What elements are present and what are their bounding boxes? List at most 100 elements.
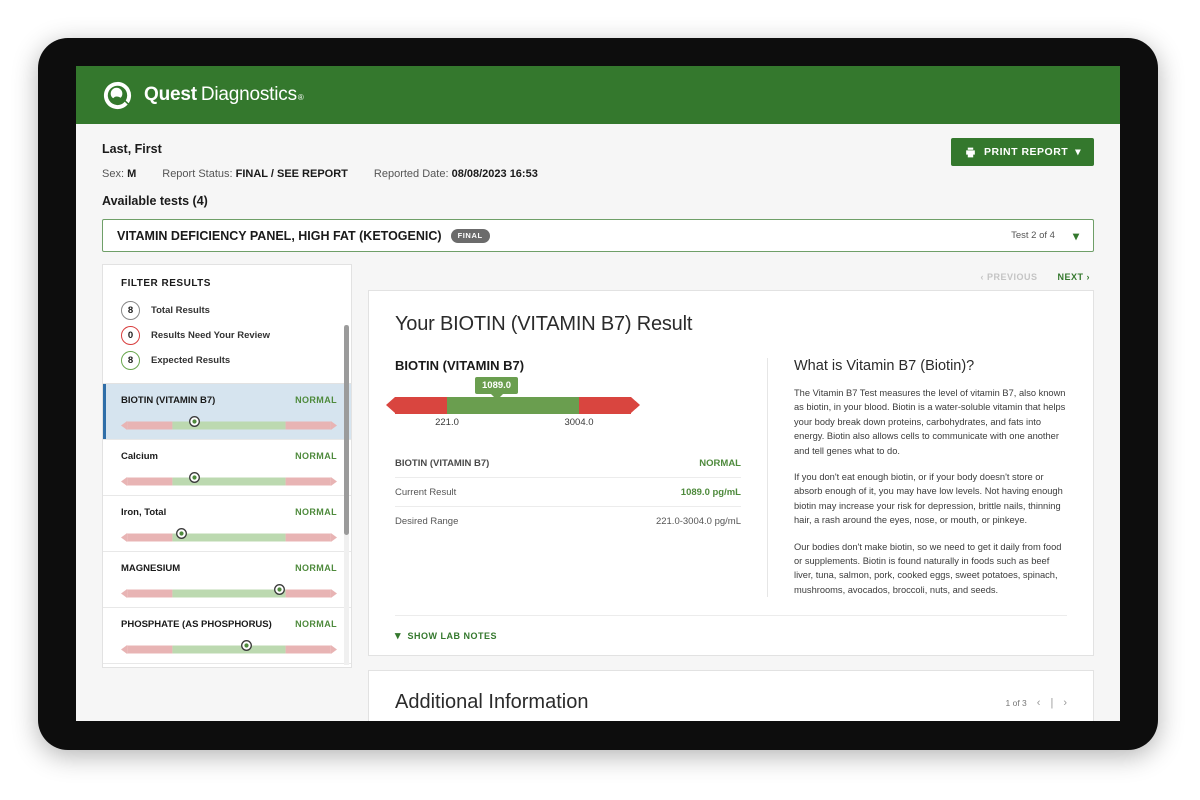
tablet-device-frame: Quest Diagnostics ® Last, First Sex: M R… [38, 38, 1158, 750]
patient-info-band: Last, First Sex: M Report Status: FINAL … [76, 124, 1120, 208]
desired-range-row: Desired Range 221.0-3004.0 pg/mL [395, 507, 741, 536]
filter-needs-review[interactable]: 0 Results Need Your Review [103, 323, 351, 348]
result-item-status: NORMAL [295, 451, 337, 461]
info-panel-heading: What is Vitamin B7 (Biotin)? [794, 358, 975, 374]
gauge-value-bubble: 1089.0 [475, 377, 519, 400]
additional-information-heading: Additional Information [395, 691, 589, 714]
results-sidebar: FILTER RESULTS 8 Total Results 0 Results… [102, 264, 352, 668]
filter-expected-results[interactable]: 8 Expected Results [103, 348, 351, 373]
result-status-row: BIOTIN (VITAMIN B7) NORMAL [395, 449, 741, 478]
result-status-key: BIOTIN (VITAMIN B7) [395, 457, 490, 469]
test-counter: Test 2 of 4 [1011, 230, 1055, 241]
current-result-key: Current Result [395, 486, 457, 498]
filter-label: Total Results [151, 305, 210, 316]
gauge-right-arrow [631, 397, 640, 413]
brand-name-bold: Quest [144, 84, 197, 105]
test-status-badge: FINAL [450, 228, 490, 243]
result-item-name: PHOSPHATE (AS PHOSPHORUS) [121, 619, 272, 630]
chevron-right-icon: › [1086, 272, 1090, 282]
brand-wordmark: Quest Diagnostics ® [144, 84, 304, 106]
result-item-status: NORMAL [295, 507, 337, 517]
brand-name-light: Diagnostics [200, 84, 297, 105]
filter-results-heading: FILTER RESULTS [121, 278, 211, 289]
result-item-name: BIOTIN (VITAMIN B7) [121, 395, 216, 406]
report-status: Report Status: FINAL / SEE REPORT [162, 168, 348, 180]
content-split: FILTER RESULTS 8 Total Results 0 Results… [76, 264, 1120, 721]
chevron-down-icon[interactable]: ▾ [1073, 229, 1079, 243]
show-lab-notes-toggle[interactable]: ▾ SHOW LAB NOTES [395, 615, 1067, 655]
next-result-button[interactable]: NEXT › [1057, 272, 1090, 282]
gauge-tick-labels: 221.0 3004.0 [395, 417, 631, 431]
gauge-tick-high: 3004.0 [564, 417, 594, 428]
current-result-value: 1089.0 pg/mL [680, 486, 741, 498]
result-card: Your BIOTIN (VITAMIN B7) Result BIOTIN (… [368, 290, 1094, 657]
current-result-row: Current Result 1089.0 pg/mL [395, 478, 741, 507]
result-item-header: Calcium NORMAL [121, 451, 337, 462]
info-paragraph: The Vitamin B7 Test measures the level o… [794, 388, 1066, 456]
result-card-title: Your BIOTIN (VITAMIN B7) Result [395, 313, 693, 335]
trademark-symbol: ® [297, 93, 304, 102]
test-selector-title: VITAMIN DEFICIENCY PANEL, HIGH FAT (KETO… [117, 228, 442, 243]
previous-result-button[interactable]: ‹ PREVIOUS [980, 272, 1037, 282]
mini-gauge-bar [121, 645, 337, 654]
print-report-button[interactable]: PRINT REPORT ▾ [951, 138, 1094, 166]
result-item-gauge [121, 416, 337, 430]
show-lab-notes-label: SHOW LAB NOTES [407, 630, 498, 641]
pager-divider: | [1050, 696, 1054, 709]
result-list: BIOTIN (VITAMIN B7) NORMAL Calcium NORMAL Ir… [103, 384, 351, 664]
result-item-header: Iron, Total NORMAL [121, 507, 337, 518]
chevron-down-icon: ▾ [1075, 146, 1081, 158]
mini-gauge-marker [189, 416, 201, 427]
result-detail-column: BIOTIN (VITAMIN B7) 1089.0 221.0 3004.0 … [386, 358, 767, 597]
result-item-name: MAGNESIUM [121, 563, 181, 574]
mini-gauge-marker [273, 584, 285, 595]
info-paragraph: If you don't eat enough biotin, or if yo… [794, 472, 1063, 526]
gauge-normal-range-segment [447, 397, 579, 414]
filter-count-badge: 0 [121, 326, 140, 345]
result-item-name: Iron, Total [121, 507, 167, 518]
result-item-name: Calcium [121, 451, 158, 462]
patient-meta-row: Sex: M Report Status: FINAL / SEE REPORT… [102, 168, 1094, 180]
gauge-above-range-segment [579, 397, 631, 414]
additional-information-card: Additional Information 1 of 3 ‹ | › [368, 670, 1094, 721]
chevron-right-icon[interactable]: › [1063, 697, 1067, 709]
result-item-header: MAGNESIUM NORMAL [121, 563, 337, 574]
result-item-status: NORMAL [295, 395, 337, 405]
chevron-left-icon[interactable]: ‹ [1037, 697, 1041, 709]
result-list-item[interactable]: BIOTIN (VITAMIN B7) NORMAL [103, 384, 351, 440]
result-list-item[interactable]: Iron, Total NORMAL [103, 496, 351, 552]
result-item-gauge [121, 640, 337, 654]
result-list-item[interactable]: Calcium NORMAL [103, 440, 351, 496]
filter-total-results[interactable]: 8 Total Results [103, 298, 351, 323]
patient-name: Last, First [102, 142, 162, 156]
chevron-left-icon: ‹ [980, 272, 984, 282]
mini-gauge-bar [121, 477, 337, 486]
available-tests-label: Available tests (4) [102, 194, 208, 208]
brand-header: Quest Diagnostics ® [76, 66, 1120, 124]
print-report-label: PRINT REPORT [984, 146, 1069, 158]
mini-gauge-marker [241, 640, 253, 651]
result-list-item[interactable]: PHOSPHATE (AS PHOSPHORUS) NORMAL [103, 608, 351, 664]
filter-label: Expected Results [151, 355, 231, 366]
quest-swoosh-logo-icon [103, 81, 132, 109]
desired-range-key: Desired Range [395, 516, 459, 527]
gauge-tick-low: 221.0 [435, 417, 459, 428]
result-item-gauge [121, 472, 337, 486]
mini-gauge-bar [121, 533, 337, 542]
result-item-header: PHOSPHATE (AS PHOSPHORUS) NORMAL [121, 619, 337, 630]
reported-date: Reported Date: 08/08/2023 16:53 [373, 168, 538, 180]
analyte-heading: BIOTIN (VITAMIN B7) [395, 358, 525, 373]
mini-gauge-bar [121, 589, 337, 598]
result-item-status: NORMAL [295, 563, 337, 573]
next-label: NEXT [1057, 272, 1084, 282]
info-paragraph: Our bodies don't make biotin, so we need… [794, 541, 1062, 595]
result-list-item[interactable]: MAGNESIUM NORMAL [103, 552, 351, 608]
patient-sex: Sex: M [102, 168, 137, 180]
sidebar-scrollbar-thumb[interactable] [344, 325, 349, 535]
gauge-left-arrow [386, 397, 395, 413]
result-item-header: BIOTIN (VITAMIN B7) NORMAL [121, 395, 337, 406]
additional-pager: 1 of 3 ‹ | › [1006, 697, 1067, 709]
filter-count-badge: 8 [121, 351, 140, 370]
mini-gauge-marker [176, 528, 188, 539]
test-selector[interactable]: VITAMIN DEFICIENCY PANEL, HIGH FAT (KETO… [102, 219, 1094, 252]
